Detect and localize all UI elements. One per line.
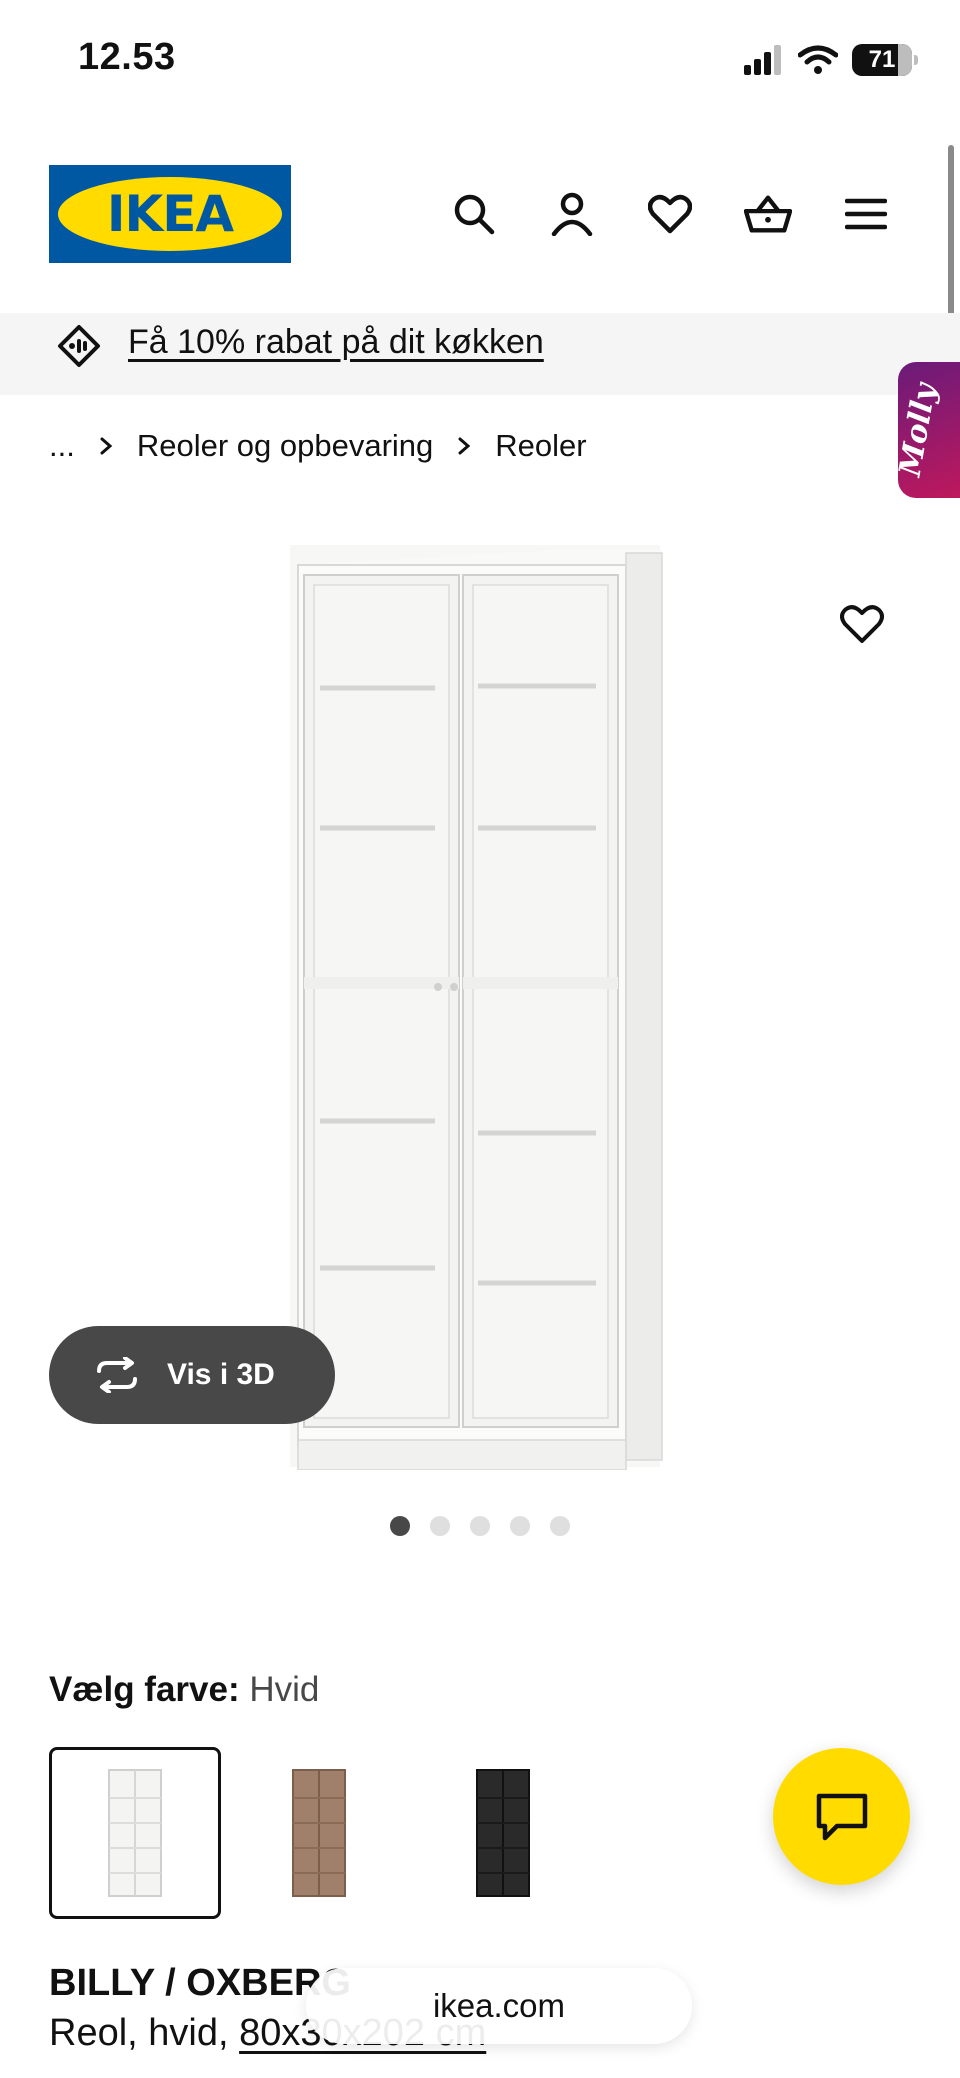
url-domain: ikea.com [432,1987,566,2024]
breadcrumb-item-bookcases[interactable]: Reoler [495,428,586,464]
battery-indicator: 71 [852,44,918,76]
chevron-right-icon [457,436,471,456]
carousel-dot[interactable] [510,1516,530,1536]
heart-icon [840,605,884,643]
color-label-value: Hvid [249,1670,320,1709]
ikea-logo[interactable]: IKEA [49,165,291,263]
breadcrumb-item-shelving[interactable]: Reoler og opbevaring [137,428,433,464]
color-select-label: Vælg farve: Hvid [49,1670,319,1710]
price-tag-icon [58,325,100,367]
logo-text: IKEA [106,185,234,243]
color-label-key: Vælg farve: [49,1670,240,1709]
molly-label: Molly [892,380,944,480]
promo-link[interactable]: Få 10% rabat på dit køkken [128,323,544,362]
carousel-dot[interactable] [430,1516,450,1536]
chevron-right-icon [99,436,113,456]
page-scrollbar[interactable] [948,145,954,320]
swatch-oak[interactable] [233,1747,405,1919]
status-bar: 12.53 71 [0,0,960,120]
breadcrumb-more[interactable]: ... [49,428,75,464]
status-icons: 71 [744,42,918,78]
heart-icon [648,194,692,234]
rotate-3d-icon [97,1357,137,1393]
carousel-dots [390,1516,570,1536]
carousel-dot[interactable] [390,1516,410,1536]
product-desc-text: Reol, hvid, [49,2012,240,2054]
header-actions [450,190,890,238]
profile-icon [551,192,593,236]
signal-icon [744,45,781,75]
search-button[interactable] [450,190,498,238]
search-icon [454,194,495,235]
add-to-favourites-button[interactable] [838,600,886,648]
browser-url-bar[interactable]: ikea.com [306,1968,692,2044]
promo-banner: Få 10% rabat på dit køkken [0,313,960,395]
basket-icon [744,195,792,233]
view-3d-label: Vis i 3D [167,1358,275,1391]
wifi-icon [798,45,838,74]
chat-icon [816,1793,867,1840]
swatch-black[interactable] [417,1747,589,1919]
carousel-dot[interactable] [550,1516,570,1536]
favourites-button[interactable] [646,190,694,238]
basket-button[interactable] [744,190,792,238]
site-header: IKEA [0,120,960,313]
color-swatches [49,1747,589,1919]
breadcrumb: ... Reoler og opbevaring Reoler [49,426,587,466]
profile-button[interactable] [548,190,596,238]
product-image[interactable] [290,545,670,1470]
molly-tab[interactable]: Molly [893,362,960,498]
chat-button[interactable] [773,1748,910,1885]
battery-level: 71 [868,46,896,73]
swatch-white[interactable] [49,1747,221,1919]
carousel-dot[interactable] [470,1516,490,1536]
menu-button[interactable] [842,190,890,238]
status-time: 12.53 [78,36,176,78]
view-3d-button[interactable]: Vis i 3D [49,1326,335,1424]
menu-icon [845,198,887,230]
